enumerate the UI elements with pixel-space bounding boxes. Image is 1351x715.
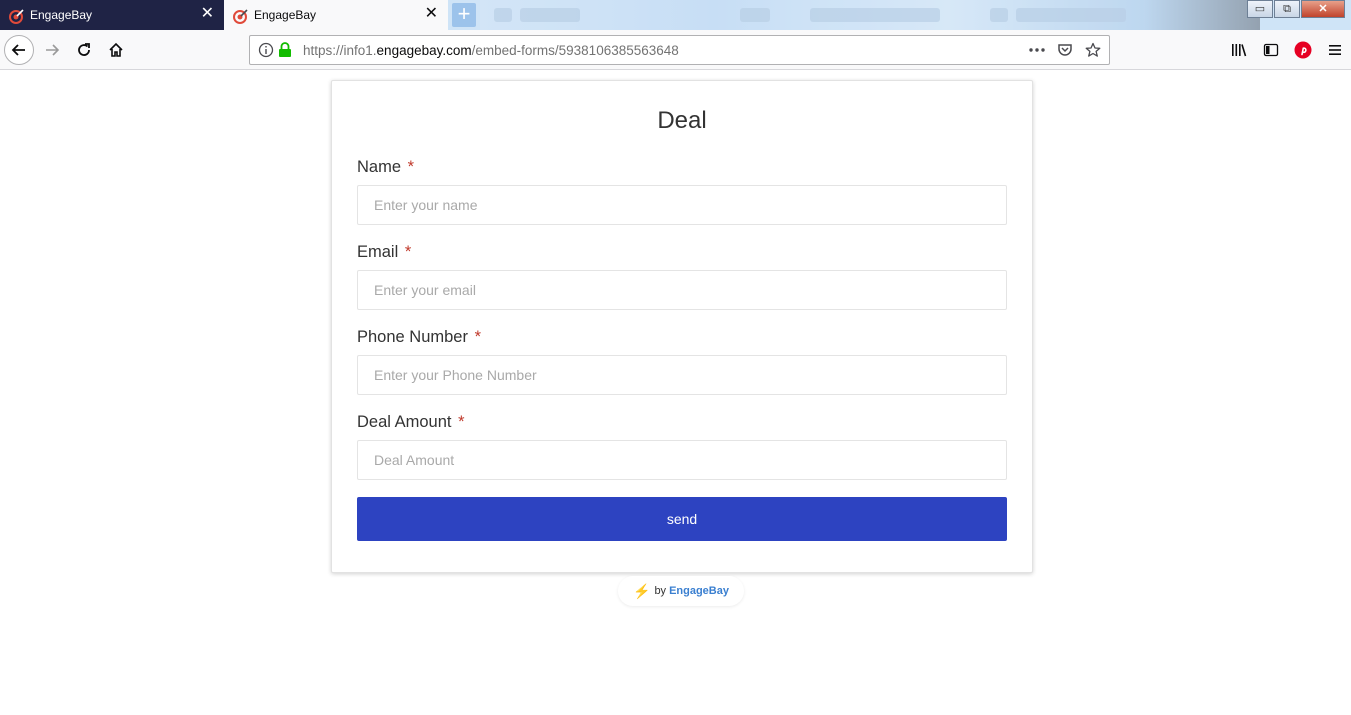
star-icon[interactable]: [1083, 40, 1103, 60]
url-path: /embed-forms/5938106385563648: [471, 43, 679, 58]
url-text[interactable]: https://info1.engagebay.com/embed-forms/…: [303, 43, 679, 58]
deal-amount-label-text: Deal Amount: [357, 413, 452, 431]
blurred-favicon: [990, 8, 1008, 22]
deal-amount-label: Deal Amount *: [357, 411, 1007, 433]
url-bar[interactable]: https://info1.engagebay.com/embed-forms/…: [249, 35, 1110, 65]
tab-engagebay-2[interactable]: EngageBay ✕: [224, 0, 448, 30]
navigation-toolbar: https://info1.engagebay.com/embed-forms/…: [0, 30, 1351, 70]
name-input[interactable]: [357, 185, 1007, 225]
sidebar-icon: [1263, 43, 1279, 57]
restore-button[interactable]: ⧉: [1274, 0, 1300, 18]
required-marker: *: [407, 158, 415, 176]
menu-button[interactable]: [1319, 36, 1351, 64]
tab-label: EngageBay: [254, 8, 317, 22]
minimize-button[interactable]: ▭: [1247, 0, 1273, 18]
pinterest-button[interactable]: [1287, 36, 1319, 64]
library-icon: [1232, 44, 1247, 57]
url-host: engagebay.com: [376, 43, 472, 58]
engagebay-brand-link[interactable]: EngageBay: [669, 585, 729, 597]
lock-icon[interactable]: [278, 42, 292, 58]
phone-field-group: Phone Number *: [357, 326, 1007, 395]
required-marker: *: [474, 328, 481, 346]
engagebay-favicon-icon: [233, 9, 248, 24]
tab-close-icon[interactable]: ✕: [201, 6, 214, 22]
tab-strip: EngageBay ✕ EngageBay ✕ + ▭ ⧉ ✕: [0, 0, 1351, 30]
hamburger-menu-icon: [1329, 45, 1341, 55]
deal-amount-input[interactable]: [357, 440, 1007, 480]
back-arrow-icon: [11, 44, 25, 56]
home-icon: [109, 42, 123, 57]
window-controls: ▭ ⧉ ✕: [1246, 0, 1345, 18]
blurred-tab-text: [1016, 8, 1126, 22]
blurred-tab-text: [520, 8, 580, 22]
powered-by-prefix: by: [654, 585, 667, 597]
new-tab-button[interactable]: +: [452, 3, 476, 27]
name-label-text: Name: [357, 158, 402, 176]
engagebay-favicon-icon: [9, 9, 24, 24]
deal-form: Deal Name * Email * Phone Number * Deal …: [331, 80, 1033, 573]
blurred-favicon: [494, 8, 512, 22]
tab-label: EngageBay: [30, 8, 93, 22]
email-label-text: Email: [357, 243, 399, 261]
email-label: Email *: [357, 241, 1007, 263]
email-input[interactable]: [357, 270, 1007, 310]
forward-arrow-icon: [46, 44, 60, 56]
deal-amount-field-group: Deal Amount *: [357, 411, 1007, 480]
email-field-group: Email *: [357, 241, 1007, 310]
powered-by-badge[interactable]: ⚡ by EngageBay: [618, 576, 744, 606]
required-marker: *: [458, 413, 465, 431]
phone-label: Phone Number *: [357, 326, 1007, 348]
sidebar-button[interactable]: [1255, 36, 1287, 64]
send-button[interactable]: send: [357, 497, 1007, 541]
blurred-background-tabs: [480, 0, 1260, 30]
name-field-group: Name *: [357, 156, 1007, 225]
phone-label-text: Phone Number: [357, 328, 468, 346]
toolbar-right: [1223, 36, 1351, 64]
url-actions: [1027, 40, 1103, 60]
library-button[interactable]: [1223, 36, 1255, 64]
lightning-bolt-icon: ⚡: [633, 582, 651, 599]
info-icon[interactable]: [258, 42, 274, 58]
back-button[interactable]: [4, 35, 34, 65]
forward-button[interactable]: [38, 36, 66, 64]
form-title: Deal: [657, 107, 707, 134]
name-label: Name *: [357, 156, 1007, 178]
required-marker: *: [404, 243, 412, 261]
close-window-button[interactable]: ✕: [1301, 0, 1345, 18]
pocket-icon[interactable]: [1055, 40, 1075, 60]
reload-button[interactable]: [70, 36, 98, 64]
blurred-chip: [740, 8, 770, 22]
tab-engagebay-1[interactable]: EngageBay ✕: [0, 0, 224, 30]
reload-icon: [78, 43, 90, 56]
tab-close-icon[interactable]: ✕: [425, 6, 438, 22]
phone-input[interactable]: [357, 355, 1007, 395]
home-button[interactable]: [102, 36, 130, 64]
url-scheme: https://info1.: [303, 43, 377, 58]
blurred-chip: [810, 8, 940, 22]
more-dots-icon[interactable]: [1027, 40, 1047, 60]
pinterest-icon: [1294, 41, 1312, 59]
